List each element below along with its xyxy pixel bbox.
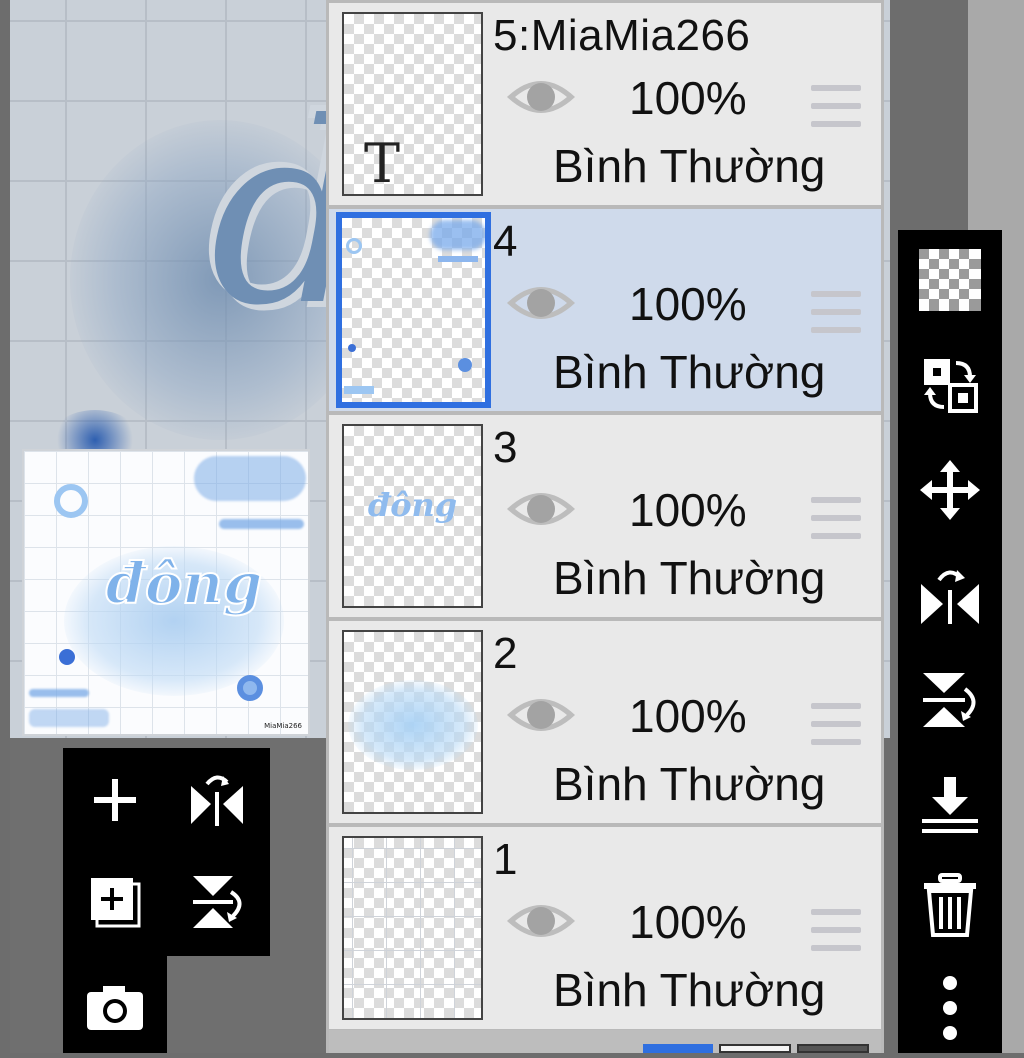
layer-thumbnail[interactable] [336,212,491,408]
preview-line [29,689,89,697]
add-copy-layer-icon [91,878,141,928]
layer-blend-mode[interactable]: Bình Thường [553,963,825,1017]
layer-opacity[interactable]: 100% [629,483,747,537]
layer-name: 3 [493,423,518,472]
thumb-line [344,386,374,394]
layer-row-5[interactable]: T 5:MiaMia266 100% Bình Thường [329,3,881,205]
footer-tab[interactable] [643,1044,713,1053]
flip-horizontal-icon [921,570,979,624]
drag-handle-icon[interactable] [811,703,861,745]
transparency-checker-icon [919,249,981,311]
layer-blend-mode[interactable]: Bình Thường [553,757,825,811]
add-layer-icon [94,779,136,821]
layer-row-2[interactable]: 2 100% Bình Thường [329,621,881,823]
layer-opacity[interactable]: 100% [629,689,747,743]
drag-handle-icon[interactable] [811,291,861,333]
preview-ring [54,484,88,518]
more-options-button[interactable] [898,958,1002,1058]
panel-footer [329,1030,881,1053]
thumb-stroke [430,220,485,250]
layer-opacity[interactable]: 100% [629,895,747,949]
thumb-grid [344,838,481,1018]
text-layer-glyph: T [364,132,401,195]
thumb-artwork-text: đông [367,486,458,524]
flip-vertical-icon [923,673,976,727]
layer-actions-toolbar [898,230,1002,1053]
footer-tab[interactable] [719,1044,791,1053]
preview-line [219,519,304,529]
drag-handle-icon[interactable] [811,85,861,127]
layer-row-4[interactable]: 4 100% Bình Thường [329,209,881,411]
layer-row-1[interactable]: 1 100% Bình Thường [329,827,881,1029]
flip-horizontal-button-right[interactable] [898,545,1002,645]
move-button[interactable] [898,440,1002,540]
move-icon [920,460,980,520]
flip-horizontal-button[interactable] [167,750,267,850]
transparency-button[interactable] [898,230,1002,330]
flip-horizontal-icon [191,775,243,826]
camera-button[interactable] [65,957,165,1057]
canvas-preview-thumbnail[interactable]: đông MiaMia266 [22,449,310,736]
drag-handle-icon[interactable] [811,909,861,951]
thumb-cloud [348,680,478,770]
visibility-eye-icon[interactable] [505,483,577,535]
layer-tools-panel [63,748,270,956]
merge-down-button[interactable] [898,755,1002,855]
visibility-eye-icon[interactable] [505,277,577,329]
add-copy-layer-button[interactable] [65,852,165,952]
layer-blend-mode[interactable]: Bình Thường [553,345,825,399]
layer-name: 4 [493,217,518,266]
drag-handle-icon[interactable] [811,497,861,539]
visibility-eye-icon[interactable] [505,689,577,741]
layer-blend-mode[interactable]: Bình Thường [553,139,825,193]
preview-artwork-text: đông [105,550,263,618]
layer-name: 2 [493,629,518,678]
preview-blur-stroke [194,456,306,501]
thumb-dot [458,358,472,372]
thumb-dot [348,344,356,352]
merge-down-icon [922,777,978,833]
flip-vertical-icon [193,876,242,928]
more-icon [943,976,957,1040]
layer-thumbnail[interactable] [342,630,483,814]
visibility-eye-icon[interactable] [505,71,577,123]
camera-icon [87,986,143,1030]
thumb-ring [346,238,362,254]
delete-layer-button[interactable] [898,855,1002,955]
layer-blend-mode[interactable]: Bình Thường [553,551,825,605]
layer-opacity[interactable]: 100% [629,71,747,125]
layer-name: 5:MiaMia266 [493,11,751,60]
add-layer-button[interactable] [65,750,165,850]
layer-opacity[interactable]: 100% [629,277,747,331]
layer-row-3[interactable]: đông 3 100% Bình Thường [329,415,881,617]
swap-layers-button[interactable] [898,335,1002,435]
preview-signature: MiaMia266 [264,722,302,730]
flip-vertical-button[interactable] [167,852,267,952]
preview-blur-stroke [29,709,109,727]
layer-thumbnail[interactable]: đông [342,424,483,608]
flip-vertical-button-right[interactable] [898,650,1002,750]
layer-thumbnail[interactable]: T [342,12,483,196]
preview-ring [237,675,263,701]
preview-dot [59,649,75,665]
swap-layers-icon [924,359,978,413]
layer-thumbnail[interactable] [342,836,483,1020]
trash-icon [924,873,976,937]
visibility-eye-icon[interactable] [505,895,577,947]
footer-tab[interactable] [797,1044,869,1053]
thumb-line [438,256,478,262]
layer-name: 1 [493,835,518,884]
layer-tools-panel-extra [63,955,167,1053]
layers-panel: T 5:MiaMia266 100% Bình Thường 4 100% Bì… [326,0,884,1053]
